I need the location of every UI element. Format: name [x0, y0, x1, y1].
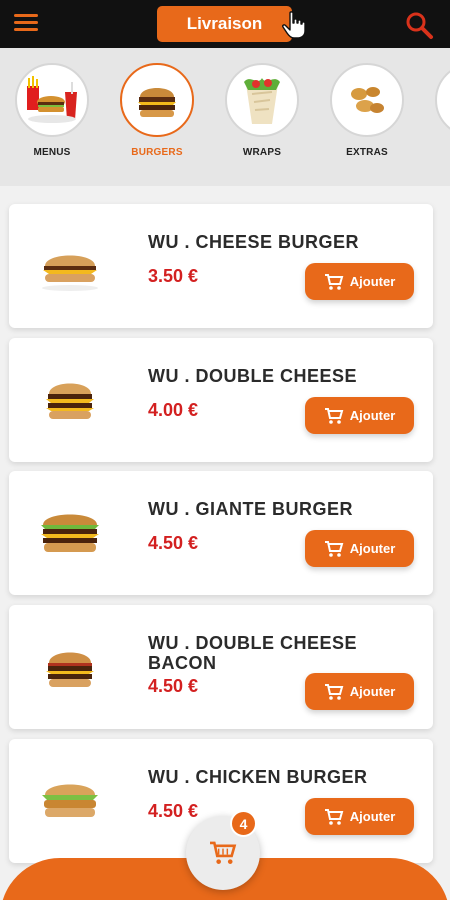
add-button-label: Ajouter — [349, 274, 396, 289]
drink-icon — [435, 63, 450, 137]
add-to-cart-button[interactable]: Ajouter — [305, 673, 414, 710]
product-card: WU . GIANTE BURGER 4.50 € Ajouter — [9, 471, 433, 595]
product-price: 4.50 € — [148, 801, 199, 821]
hamburger-menu-icon[interactable] — [14, 12, 40, 34]
add-to-cart-button[interactable]: Ajouter — [305, 397, 414, 434]
category-label: EXTRAS — [346, 147, 388, 158]
category-menus[interactable]: MENUS — [12, 63, 92, 158]
pointer-hand-icon — [282, 11, 306, 39]
cart-count-badge: 4 — [230, 810, 257, 837]
add-to-cart-button[interactable]: Ajouter — [305, 530, 414, 567]
cart-icon — [324, 407, 344, 424]
search-icon[interactable] — [404, 10, 434, 40]
category-burgers[interactable]: BURGERS — [117, 63, 197, 158]
cart-icon — [324, 273, 344, 290]
add-button-label: Ajouter — [349, 809, 396, 824]
add-to-cart-button[interactable]: Ajouter — [305, 798, 414, 835]
product-card: WU . DOUBLE CHEESE 4.00 € Ajouter — [9, 338, 433, 462]
category-label: WRAPS — [242, 147, 282, 158]
product-price: 4.50 € — [148, 676, 199, 696]
product-price: 3.50 € — [148, 266, 199, 286]
cart-icon — [324, 683, 344, 700]
cart-icon — [210, 841, 237, 864]
product-name: WU . CHICKEN BURGER — [148, 767, 368, 787]
add-button-label: Ajouter — [349, 684, 396, 699]
delivery-button[interactable]: Livraison — [157, 6, 292, 42]
product-price: 4.50 € — [148, 533, 199, 553]
nuggets-icon — [330, 63, 404, 137]
product-name: WU . CHEESE BURGER — [148, 232, 360, 252]
add-button-label: Ajouter — [349, 541, 396, 556]
category-drinks[interactable]: D — [432, 63, 450, 158]
product-name: WU . DOUBLE CHEESE — [148, 366, 358, 386]
double-cheese-image — [46, 383, 94, 419]
wrap-icon — [225, 63, 299, 137]
category-extras[interactable]: EXTRAS — [327, 63, 407, 158]
category-label: D — [432, 147, 450, 158]
product-card: WU . CHEESE BURGER 3.50 € Ajouter — [9, 204, 433, 328]
category-label: BURGERS — [131, 147, 183, 158]
menu-meal-icon — [15, 63, 89, 137]
cheese-burger-image — [42, 255, 98, 291]
cart-icon — [324, 540, 344, 557]
category-wraps[interactable]: WRAPS — [222, 63, 302, 158]
top-bar: Livraison — [0, 0, 450, 48]
category-label: MENUS — [33, 147, 71, 158]
cart-icon — [324, 808, 344, 825]
product-price: 4.00 € — [148, 400, 199, 420]
chicken-burger-image — [42, 784, 98, 817]
add-to-cart-button[interactable]: Ajouter — [305, 263, 414, 300]
category-strip: MENUS BURGERS WRAPS EXTRAS — [0, 48, 450, 186]
double-cheese-bacon-image — [46, 652, 94, 687]
add-button-label: Ajouter — [349, 408, 396, 423]
product-name: WU . DOUBLE CHEESE BACON — [148, 633, 358, 673]
burger-icon — [120, 63, 194, 137]
giante-burger-image — [41, 514, 99, 552]
product-card: WU . DOUBLE CHEESE BACON 4.50 € Ajouter — [9, 605, 433, 729]
product-name: WU . GIANTE BURGER — [148, 499, 353, 519]
